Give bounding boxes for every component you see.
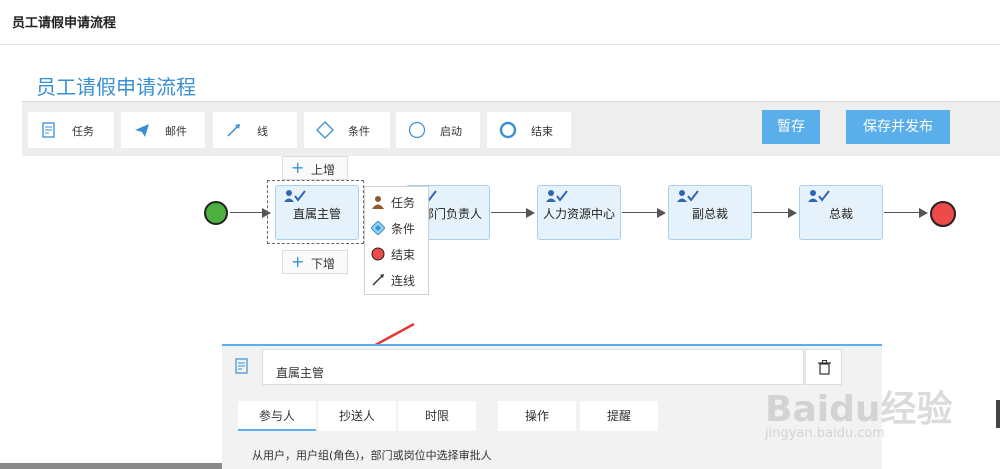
tab-operations[interactable]: 操作	[498, 401, 576, 431]
menu-item-task[interactable]: 任务	[365, 189, 428, 215]
connector	[753, 212, 789, 213]
start-node[interactable]	[204, 201, 228, 225]
flow-node-president[interactable]: 总裁	[799, 185, 883, 240]
connect-line-icon	[372, 274, 384, 286]
tool-line[interactable]: 线	[213, 112, 297, 148]
tool-label: 条件	[348, 125, 370, 138]
node-label: 总裁	[828, 207, 853, 221]
tool-mail[interactable]: 邮件	[121, 112, 205, 148]
person-check-icon	[284, 190, 306, 202]
save-draft-button[interactable]: 暂存	[762, 110, 820, 144]
connector	[622, 212, 658, 213]
tool-start[interactable]: 启动	[396, 112, 480, 148]
top-bar: 员工请假申请流程	[0, 0, 1000, 45]
flow-canvas: + 上增 + 下增 直属主管 部门负责人 人力资源中心 副总裁 总裁 任务 条件…	[0, 156, 1000, 346]
add-below-button[interactable]: + 下增	[282, 250, 348, 274]
node-label: 副总裁	[691, 207, 728, 221]
tool-label: 启动	[440, 125, 462, 138]
add-above-label: 上增	[311, 163, 336, 177]
start-icon	[408, 121, 426, 139]
condition-icon	[316, 121, 334, 139]
flow-node-hr-center[interactable]: 人力资源中心	[537, 185, 621, 240]
node-label: 人力资源中心	[542, 207, 615, 221]
form-icon	[235, 358, 248, 374]
connector	[884, 212, 920, 213]
mail-icon	[135, 124, 149, 137]
flow-node-vp[interactable]: 副总裁	[668, 185, 752, 240]
scrollbar-edge	[996, 400, 1000, 428]
tab-participants[interactable]: 参与人	[238, 401, 316, 431]
node-name-input[interactable]	[262, 349, 804, 385]
page-title: 员工请假申请流程	[36, 75, 196, 99]
menu-item-label: 任务	[391, 196, 416, 210]
baidu-watermark: Baidu经验 jingyan.baidu.com	[765, 360, 965, 450]
menu-item-label: 连线	[391, 274, 416, 288]
tab-time-limit[interactable]: 时限	[398, 401, 476, 431]
person-check-icon	[677, 190, 699, 202]
connector	[230, 212, 263, 213]
tool-condition[interactable]: 条件	[304, 112, 390, 148]
tool-label: 结束	[531, 125, 553, 138]
tool-task[interactable]: 任务	[28, 112, 114, 148]
tool-label: 线	[257, 125, 268, 138]
line-icon	[227, 124, 240, 137]
menu-item-end[interactable]: 结束	[365, 241, 428, 267]
arrow-head	[788, 208, 797, 218]
menu-item-label: 条件	[391, 222, 416, 236]
person-icon	[372, 196, 384, 209]
watermark-brand: Baidu经验	[765, 389, 953, 430]
app-title: 员工请假申请流程	[12, 16, 117, 31]
node-label: 直属主管	[292, 207, 341, 221]
connector	[491, 212, 527, 213]
person-check-icon	[546, 190, 568, 202]
arrow-head	[526, 208, 535, 218]
save-publish-button[interactable]: 保存并发布	[846, 110, 950, 144]
tab-cc[interactable]: 抄送人	[318, 401, 396, 431]
task-icon	[42, 122, 55, 138]
condition-icon	[371, 221, 385, 235]
scrollbar[interactable]	[0, 463, 222, 469]
add-below-label: 下增	[311, 257, 336, 271]
node-context-menu: 任务 条件 结束 连线	[364, 186, 429, 295]
end-circle-icon	[371, 247, 385, 261]
tool-label: 任务	[72, 125, 94, 138]
plus-icon: +	[291, 252, 305, 271]
person-check-icon	[808, 190, 830, 202]
add-above-button[interactable]: + 上增	[282, 156, 348, 180]
tool-end[interactable]: 结束	[487, 112, 571, 148]
menu-item-condition[interactable]: 条件	[365, 215, 428, 241]
arrow-head	[657, 208, 666, 218]
end-icon	[499, 121, 517, 139]
watermark-url: jingyan.baidu.com	[765, 426, 885, 441]
menu-item-label: 结束	[391, 248, 416, 262]
menu-item-connect[interactable]: 连线	[365, 267, 428, 293]
arrow-head	[919, 208, 928, 218]
end-node[interactable]	[930, 201, 956, 227]
participant-hint: 从用户，用户组(角色)，部门或岗位中选择审批人	[252, 449, 492, 462]
tool-label: 邮件	[165, 125, 187, 138]
tab-reminder[interactable]: 提醒	[580, 401, 658, 431]
plus-icon: +	[291, 158, 305, 177]
palette-toolbar: 任务 邮件 线 条件 启动 结束 暂存 保存并发布	[22, 102, 1000, 156]
flow-node-direct-supervisor[interactable]: 直属主管	[275, 185, 359, 240]
